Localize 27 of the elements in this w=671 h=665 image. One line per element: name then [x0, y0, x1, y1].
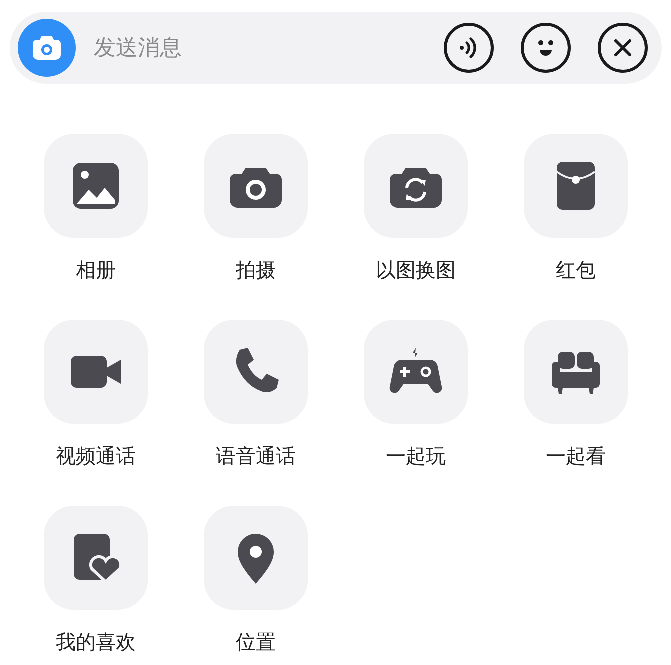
action-tile[interactable] — [204, 506, 308, 610]
voice-button[interactable] — [444, 23, 494, 73]
message-field[interactable]: 发送消息 — [92, 34, 417, 62]
action-label: 一起玩 — [386, 443, 446, 470]
action-tile[interactable] — [364, 134, 468, 238]
action-tile[interactable] — [44, 320, 148, 424]
action-label: 以图换图 — [376, 257, 456, 284]
action-tile[interactable] — [204, 320, 308, 424]
camera-icon — [32, 35, 62, 61]
action-tile[interactable] — [524, 134, 628, 238]
action-tile[interactable] — [364, 320, 468, 424]
emoji-button[interactable] — [521, 23, 571, 73]
action-label: 我的喜欢 — [56, 629, 136, 656]
action-label: 视频通话 — [56, 443, 136, 470]
action-label: 语音通话 — [216, 443, 296, 470]
action-label: 一起看 — [546, 443, 606, 470]
close-button[interactable] — [598, 23, 648, 73]
action-tile[interactable] — [44, 506, 148, 610]
action-label: 红包 — [556, 257, 596, 284]
action-tile[interactable] — [44, 134, 148, 238]
action-tile[interactable] — [204, 134, 308, 238]
close-icon — [612, 37, 634, 59]
action-label: 位置 — [236, 629, 276, 656]
action-tile[interactable] — [524, 320, 628, 424]
action-label: 拍摄 — [236, 257, 276, 284]
action-label: 相册 — [76, 257, 116, 284]
camera-button[interactable] — [18, 19, 76, 77]
